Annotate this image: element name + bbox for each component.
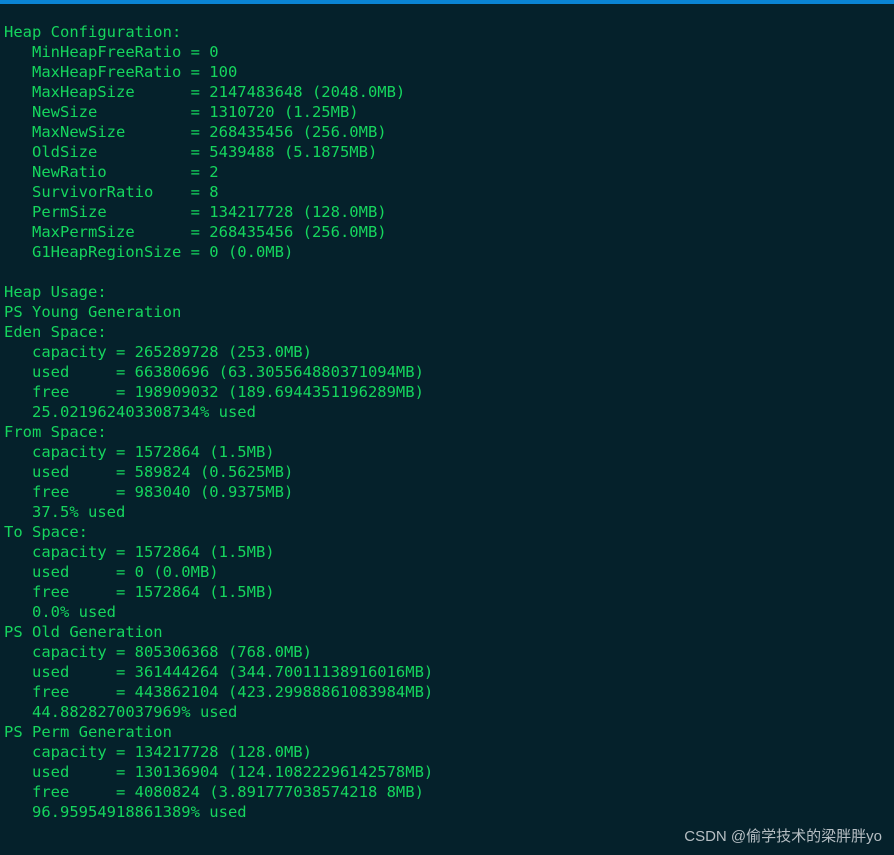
console-line: capacity = 805306368 (768.0MB) xyxy=(4,643,312,661)
console-line: free = 1572864 (1.5MB) xyxy=(4,583,275,601)
console-line: MaxHeapFreeRatio = 100 xyxy=(4,63,238,81)
console-line: Heap Usage: xyxy=(4,283,107,301)
console-line: NewSize = 1310720 (1.25MB) xyxy=(4,103,359,121)
console-line: NewRatio = 2 xyxy=(4,163,219,181)
console-line: PS Old Generation xyxy=(4,623,163,641)
terminal-output-pane[interactable]: Heap Configuration: MinHeapFreeRatio = 0… xyxy=(0,4,894,855)
console-line: 44.8828270037969% used xyxy=(4,703,238,721)
console-line: used = 0 (0.0MB) xyxy=(4,563,219,581)
console-line: free = 198909032 (189.6944351196289MB) xyxy=(4,383,424,401)
terminal-window: Heap Configuration: MinHeapFreeRatio = 0… xyxy=(0,0,894,855)
console-line: capacity = 1572864 (1.5MB) xyxy=(4,443,275,461)
console-line: PermSize = 134217728 (128.0MB) xyxy=(4,203,387,221)
console-line: used = 589824 (0.5625MB) xyxy=(4,463,294,481)
console-line: free = 4080824 (3.891777038574218 8MB) xyxy=(4,783,424,801)
console-line: Eden Space: xyxy=(4,323,107,341)
console-line: 96.95954918861389% used xyxy=(4,803,247,821)
console-line: free = 443862104 (423.29988861083984MB) xyxy=(4,683,434,701)
console-line: capacity = 265289728 (253.0MB) xyxy=(4,343,312,361)
csdn-watermark: CSDN @偷学技术的梁胖胖yo xyxy=(684,828,882,845)
console-line: OldSize = 5439488 (5.1875MB) xyxy=(4,143,378,161)
console-line: MaxHeapSize = 2147483648 (2048.0MB) xyxy=(4,83,406,101)
console-line: PS Young Generation xyxy=(4,303,182,321)
console-line: 0.0% used xyxy=(4,603,116,621)
console-line: capacity = 134217728 (128.0MB) xyxy=(4,743,312,761)
console-line: G1HeapRegionSize = 0 (0.0MB) xyxy=(4,243,294,261)
console-line: 25.021962403308734% used xyxy=(4,403,256,421)
console-line: MaxNewSize = 268435456 (256.0MB) xyxy=(4,123,387,141)
console-line: MinHeapFreeRatio = 0 xyxy=(4,43,219,61)
console-line: Heap Configuration: xyxy=(4,23,182,41)
console-line: MaxPermSize = 268435456 (256.0MB) xyxy=(4,223,387,241)
console-line: used = 66380696 (63.305564880371094MB) xyxy=(4,363,424,381)
console-line: To Space: xyxy=(4,523,88,541)
console-line: PS Perm Generation xyxy=(4,723,172,741)
console-output: Heap Configuration: MinHeapFreeRatio = 0… xyxy=(4,22,894,822)
console-line: 37.5% used xyxy=(4,503,126,521)
console-line: free = 983040 (0.9375MB) xyxy=(4,483,294,501)
console-line: From Space: xyxy=(4,423,107,441)
console-line: SurvivorRatio = 8 xyxy=(4,183,219,201)
console-line: used = 361444264 (344.70011138916016MB) xyxy=(4,663,434,681)
console-line: capacity = 1572864 (1.5MB) xyxy=(4,543,275,561)
console-line: used = 130136904 (124.10822296142578MB) xyxy=(4,763,434,781)
